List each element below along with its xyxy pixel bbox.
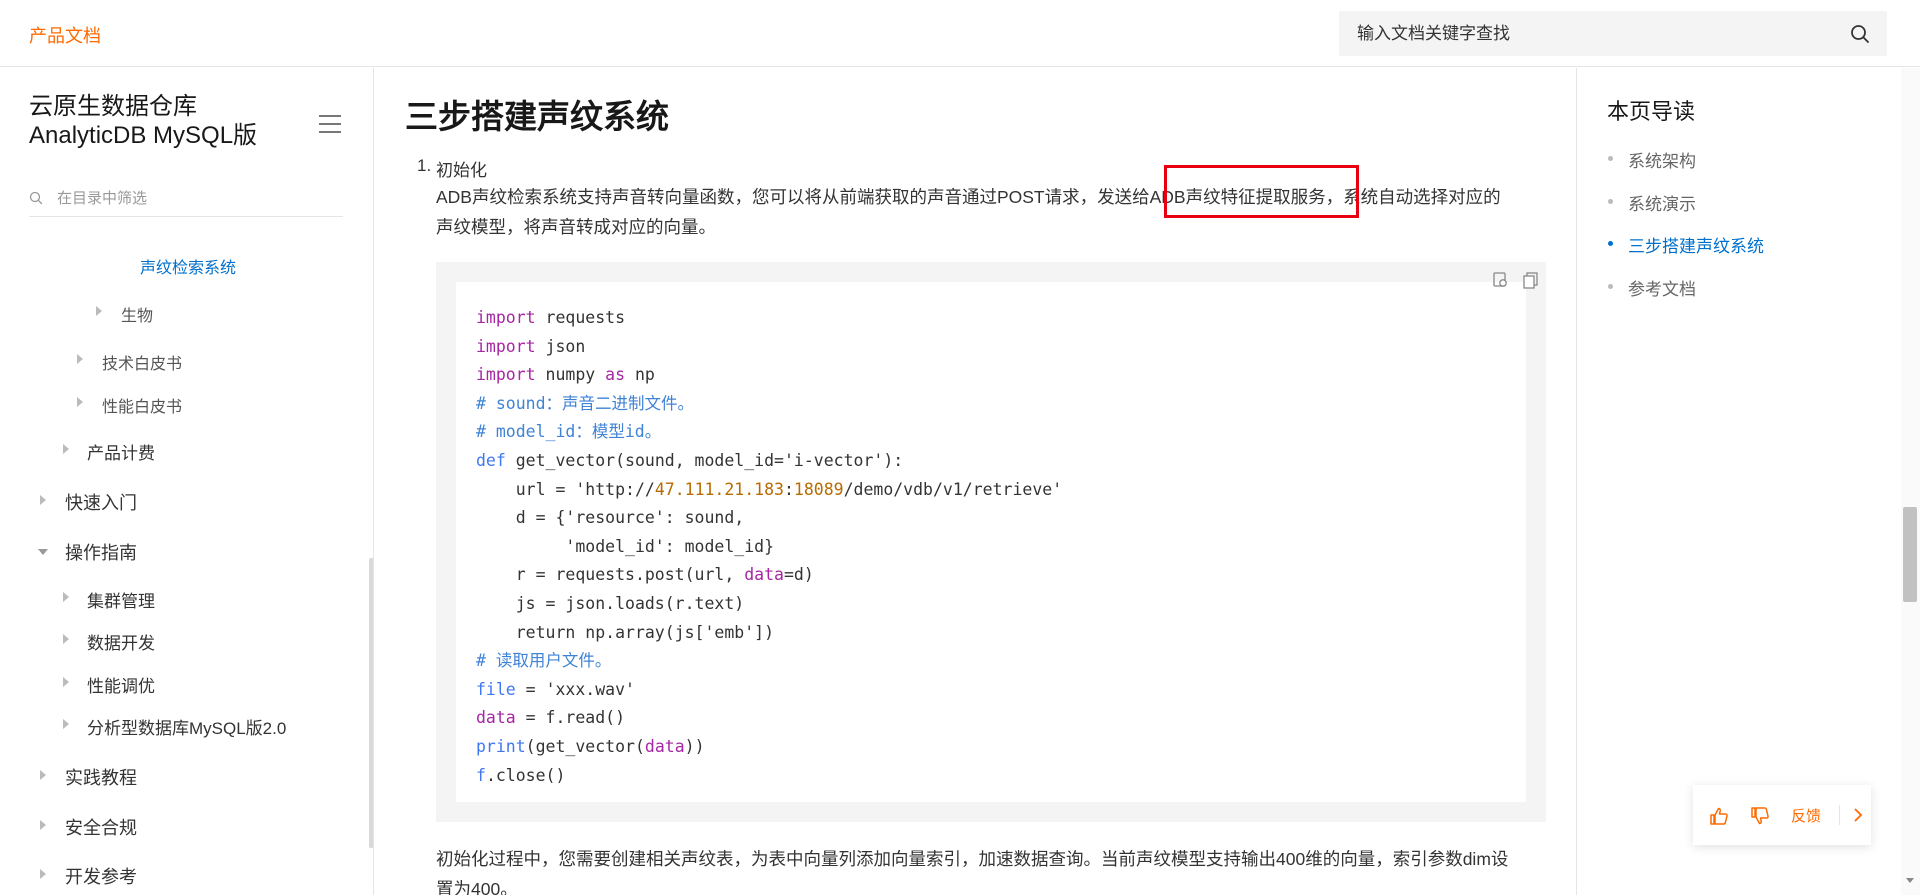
main-content: 三步搭建声纹系统 1. 初始化 ADB声纹检索系统支持声音转向量函数，您可以将从…	[375, 68, 1575, 895]
nav-item-data-dev[interactable]: 数据开发	[87, 629, 155, 654]
init-line2: 置为400。	[436, 879, 518, 895]
chevron-right-icon[interactable]	[1848, 805, 1868, 825]
toc-item-references[interactable]: 参考文档	[1628, 275, 1696, 300]
product-title-line1: 云原生数据仓库	[29, 93, 197, 120]
toc-bullet	[1608, 241, 1613, 246]
nav-item-perf-whitepaper[interactable]: 性能白皮书	[102, 393, 182, 417]
caret-right-icon[interactable]	[77, 397, 83, 407]
filter-search-icon	[29, 191, 43, 205]
page-title: 三步搭建声纹系统	[405, 98, 669, 135]
product-title-line2: AnalyticDB MySQL版	[29, 122, 258, 149]
caret-right-icon[interactable]	[77, 354, 83, 364]
feedback-button[interactable]: 反馈	[1791, 805, 1821, 826]
intro-line2: 声纹模型，将声音转成对应的向量。	[436, 217, 716, 237]
caret-right-icon[interactable]	[63, 592, 69, 602]
caret-right-icon[interactable]	[40, 495, 46, 505]
caret-right-icon[interactable]	[63, 677, 69, 687]
product-title[interactable]: 云原生数据仓库 AnalyticDB MySQL版	[29, 92, 257, 150]
menu-toggle-icon[interactable]	[319, 115, 341, 133]
intro-line1: ADB声纹检索系统支持声音转向量函数，您可以将从前端获取的声音通过POST请求，…	[436, 187, 1501, 207]
page-scrollbar-thumb[interactable]	[1903, 507, 1917, 602]
toc-bullet	[1608, 156, 1613, 161]
left-sidebar: 云原生数据仓库 AnalyticDB MySQL版 声纹检索系统 生物 技术白皮…	[0, 68, 374, 895]
page-scrollbar[interactable]	[1901, 68, 1920, 895]
nav-item-voiceprint-search[interactable]: 声纹检索系统	[140, 254, 236, 278]
caret-right-icon[interactable]	[96, 306, 102, 316]
code-copy-icon[interactable]	[1520, 269, 1542, 291]
feedback-divider	[1839, 805, 1840, 825]
step-title: 初始化	[436, 161, 487, 180]
doc-search	[1339, 11, 1887, 56]
toc-title: 本页导读	[1607, 99, 1696, 124]
intro-paragraph: ADB声纹检索系统支持声音转向量函数，您可以将从前端获取的声音通过POST请求，…	[436, 182, 1556, 242]
code-copy-snippet-icon[interactable]	[1490, 269, 1512, 291]
code-line: return np.array(js['emb'])	[476, 622, 775, 642]
caret-right-icon[interactable]	[63, 444, 69, 454]
toc-bullet	[1608, 199, 1613, 204]
code-line: # sound：声音二进制文件。	[476, 393, 695, 413]
feedback-widget: 反馈	[1693, 785, 1871, 845]
highlight-annotation-box	[1164, 165, 1359, 218]
nav-item-biology[interactable]: 生物	[121, 302, 153, 326]
code-line: file = 'xxx.wav'	[476, 679, 635, 699]
nav-item-operation-guide[interactable]: 操作指南	[65, 539, 137, 565]
search-icon[interactable]	[1849, 23, 1871, 45]
sidebar-scrollbar[interactable]	[369, 558, 373, 848]
code-line: f.close()	[476, 765, 566, 785]
thumbs-up-icon[interactable]	[1708, 805, 1730, 827]
toc-item-demo[interactable]: 系统演示	[1628, 190, 1696, 215]
caret-right-icon[interactable]	[40, 869, 46, 879]
code-line: print(get_vector(data))	[476, 736, 705, 756]
code-line: url = 'http://47.111.21.183:18089/demo/v…	[476, 479, 1063, 499]
code-line: r = requests.post(url, data=d)	[476, 565, 814, 585]
init-paragraph: 初始化过程中，您需要创建相关声纹表，为表中向量列添加向量索引，加速数据查询。当前…	[436, 844, 1556, 895]
filter-input[interactable]	[57, 184, 337, 212]
top-header: 产品文档	[0, 0, 1920, 67]
code-line: # model_id：模型id。	[476, 422, 662, 442]
caret-right-icon[interactable]	[40, 770, 46, 780]
nav-item-billing[interactable]: 产品计费	[87, 439, 155, 464]
code-line: import json	[476, 336, 586, 356]
code-line: import numpy as np	[476, 365, 655, 385]
toc-filter	[29, 182, 343, 217]
nav-item-tutorials[interactable]: 实践教程	[65, 764, 137, 790]
code-content: import requests import json import numpy a…	[476, 304, 1062, 790]
code-line: import requests	[476, 308, 626, 327]
brand-link[interactable]: 产品文档	[29, 22, 101, 48]
nav-item-perf-tuning[interactable]: 性能调优	[87, 672, 155, 697]
nav-item-tech-whitepaper[interactable]: 技术白皮书	[102, 350, 182, 374]
code-line: data = f.read()	[476, 708, 626, 728]
code-line: def get_vector(sound, model_id='i-vector…	[476, 450, 904, 470]
step-number: 1.	[417, 156, 432, 175]
caret-down-icon[interactable]	[38, 549, 48, 555]
page-toc: 本页导读 系统架构 系统演示 三步搭建声纹系统 参考文档	[1576, 68, 1896, 895]
nav-item-security[interactable]: 安全合规	[65, 814, 137, 840]
search-input[interactable]	[1357, 11, 1837, 56]
toc-bullet	[1608, 284, 1613, 289]
toc-item-architecture[interactable]: 系统架构	[1628, 147, 1696, 172]
code-line: 'model_id': model_id}	[565, 536, 775, 556]
init-line1: 初始化过程中，您需要创建相关声纹表，为表中向量列添加向量索引，加速数据查询。当前…	[436, 849, 1509, 869]
nav-item-cluster-mgmt[interactable]: 集群管理	[87, 587, 155, 612]
code-line: # 读取用户文件。	[476, 651, 612, 671]
toc-item-three-steps[interactable]: 三步搭建声纹系统	[1628, 232, 1764, 257]
caret-right-icon[interactable]	[63, 719, 69, 729]
caret-right-icon[interactable]	[40, 820, 46, 830]
code-line: d = {'resource': sound,	[476, 508, 745, 528]
nav-item-quick-start[interactable]: 快速入门	[65, 489, 137, 515]
scroll-down-arrow-icon[interactable]	[1906, 878, 1914, 883]
nav-item-adb-mysql-2[interactable]: 分析型数据库MySQL版2.0	[87, 714, 286, 739]
thumbs-down-icon[interactable]	[1749, 805, 1771, 827]
nav-item-dev-reference[interactable]: 开发参考	[65, 863, 137, 889]
caret-right-icon[interactable]	[63, 634, 69, 644]
code-line: js = json.loads(r.text)	[476, 593, 745, 613]
